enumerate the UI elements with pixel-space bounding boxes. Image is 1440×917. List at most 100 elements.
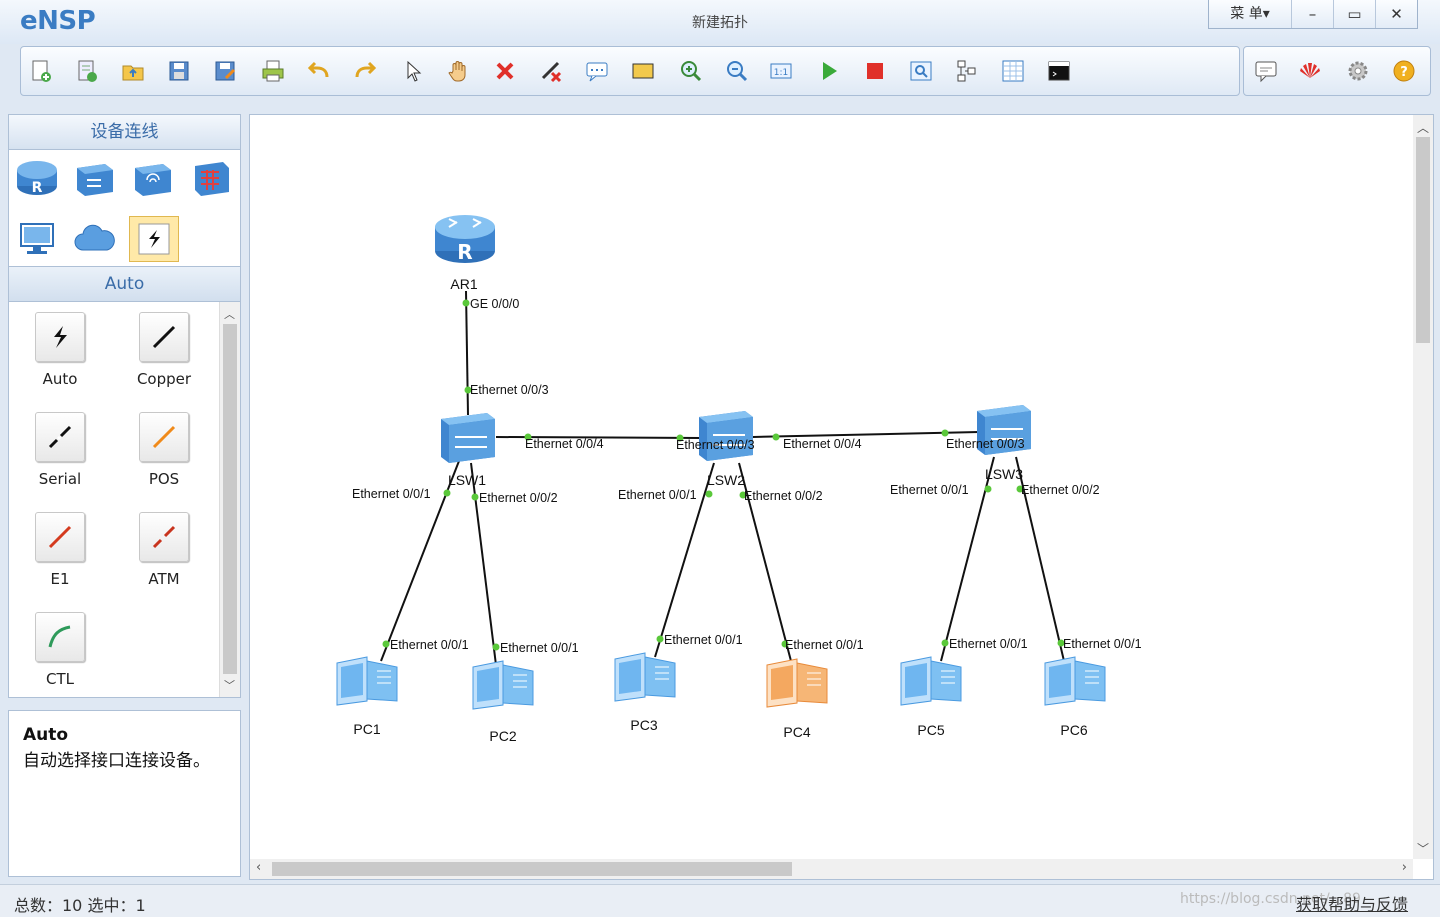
device-panel-header: 设备连线: [8, 114, 241, 150]
start-icon[interactable]: [815, 57, 843, 85]
new-from-template-icon[interactable]: [73, 57, 101, 85]
description-text: 自动选择接口连接设备。: [23, 751, 210, 771]
delete-icon[interactable]: [491, 57, 519, 85]
cable-pos[interactable]: POS: [114, 412, 214, 488]
chat-icon[interactable]: [1252, 57, 1280, 85]
svg-text:1:1: 1:1: [774, 68, 788, 78]
redo-icon[interactable]: [351, 57, 379, 85]
cable-label: ATM: [148, 570, 180, 588]
grid-icon[interactable]: [999, 57, 1027, 85]
cable-atm[interactable]: ATM: [114, 512, 214, 588]
pc-pc4[interactable]: [766, 658, 828, 708]
scroll-right-icon[interactable]: ›: [1402, 860, 1407, 875]
topology-canvas[interactable]: R AR1 LSW1 LSW2 LSW3 PC1 PC2 PC3 PC4 PC5…: [249, 114, 1434, 880]
logo-text: eNSP: [20, 6, 96, 36]
save-as-icon[interactable]: [211, 57, 239, 85]
node-label: PC3: [630, 717, 657, 733]
port-label: Ethernet 0/0/1: [890, 483, 969, 497]
port-label: Ethernet 0/0/1: [352, 487, 431, 501]
stop-icon[interactable]: [861, 57, 889, 85]
maximize-button[interactable]: ▭: [1333, 0, 1375, 28]
cable-ctl[interactable]: CTL: [10, 612, 110, 688]
huawei-icon[interactable]: [1296, 57, 1324, 85]
new-topology-icon[interactable]: [27, 57, 55, 85]
settings-icon[interactable]: [1344, 57, 1372, 85]
router-icon[interactable]: R: [13, 156, 61, 200]
svg-text:?: ?: [1400, 65, 1408, 80]
open-icon[interactable]: [119, 57, 147, 85]
node-label: PC5: [917, 722, 944, 738]
cable-serial[interactable]: Serial: [10, 412, 110, 488]
pc-pc5[interactable]: [900, 656, 962, 706]
scroll-up-icon[interactable]: ︿: [1417, 119, 1429, 136]
pc-pc3[interactable]: [614, 652, 676, 702]
cable-list: Auto Copper Serial POS E1 ATM CTL ︿ ﹀: [8, 302, 241, 698]
app-logo: eNSP: [20, 6, 96, 36]
zoom-in-icon[interactable]: [677, 57, 705, 85]
delete-link-icon[interactable]: [537, 57, 565, 85]
rectangle-icon[interactable]: [629, 57, 657, 85]
fit-icon[interactable]: 1:1: [767, 57, 795, 85]
serial-cable-icon: [35, 412, 85, 462]
switch-icon[interactable]: [71, 156, 119, 200]
port-label: Ethernet 0/0/3: [946, 437, 1025, 451]
pos-cable-icon: [139, 412, 189, 462]
title-bar: eNSP 新建拓扑 菜 单▾ – ▭ ✕: [0, 0, 1440, 44]
scroll-down-icon[interactable]: ﹀: [1417, 840, 1429, 857]
zoom-out-icon[interactable]: [723, 57, 751, 85]
capture-icon[interactable]: [907, 57, 935, 85]
canvas-vertical-scrollbar[interactable]: ︿ ﹀: [1413, 115, 1433, 859]
node-label: LSW1: [448, 472, 486, 488]
cable-label: Copper: [136, 370, 192, 388]
port-label: Ethernet 0/0/1: [949, 637, 1028, 651]
port-label: GE 0/0/0: [470, 297, 519, 311]
pc-pc2[interactable]: [472, 660, 534, 710]
menu-button[interactable]: 菜 单▾: [1209, 0, 1291, 28]
save-icon[interactable]: [165, 57, 193, 85]
help-icon[interactable]: ?: [1390, 57, 1418, 85]
port-label: Ethernet 0/0/4: [783, 437, 862, 451]
port-label: Ethernet 0/0/3: [676, 438, 755, 452]
right-toolbar: ?: [1243, 46, 1431, 96]
undo-icon[interactable]: [305, 57, 333, 85]
switch-lsw1[interactable]: [441, 413, 495, 463]
minimize-button[interactable]: –: [1291, 0, 1333, 28]
topology-icon[interactable]: [953, 57, 981, 85]
cable-copper[interactable]: Copper: [114, 312, 214, 388]
e1-cable-icon: [35, 512, 85, 562]
cable-list-scrollbar[interactable]: ︿ ﹀: [219, 302, 240, 697]
router-ar1[interactable]: R: [435, 215, 495, 264]
scroll-up-icon[interactable]: ︿: [224, 306, 235, 322]
cloud-icon[interactable]: [71, 216, 119, 260]
window-title: 新建拓扑: [692, 15, 748, 31]
pc-icon[interactable]: [13, 216, 61, 260]
node-label: LSW3: [985, 466, 1023, 482]
text-icon[interactable]: [583, 57, 611, 85]
cable-icon[interactable]: [129, 216, 179, 262]
scrollbar-thumb[interactable]: [1416, 137, 1430, 343]
port-label: Ethernet 0/0/2: [479, 491, 558, 505]
cable-e1[interactable]: E1: [10, 512, 110, 588]
main-toolbar: 1:1: [20, 46, 1240, 96]
help-feedback-link[interactable]: 获取帮助与反馈: [1296, 891, 1408, 915]
close-button[interactable]: ✕: [1375, 0, 1417, 28]
pc-pc6[interactable]: [1044, 656, 1106, 706]
node-label: LSW2: [707, 472, 745, 488]
switch-lsw2[interactable]: [699, 411, 753, 461]
copper-cable-icon: [139, 312, 189, 362]
atm-cable-icon: [139, 512, 189, 562]
select-icon[interactable]: [399, 57, 427, 85]
cable-auto[interactable]: Auto: [10, 312, 110, 388]
scrollbar-thumb[interactable]: [272, 862, 792, 876]
link-ar1-lsw1: [465, 290, 469, 416]
pc-pc1[interactable]: [336, 656, 398, 706]
canvas-horizontal-scrollbar[interactable]: ‹ ›: [250, 859, 1413, 879]
pan-icon[interactable]: [445, 57, 473, 85]
console-icon[interactable]: [1045, 57, 1073, 85]
scrollbar-thumb[interactable]: [223, 324, 237, 674]
print-icon[interactable]: [259, 57, 287, 85]
scroll-down-icon[interactable]: ﹀: [224, 677, 235, 693]
wireless-icon[interactable]: [129, 156, 177, 200]
firewall-icon[interactable]: [187, 156, 235, 200]
scroll-left-icon[interactable]: ‹: [256, 860, 261, 875]
